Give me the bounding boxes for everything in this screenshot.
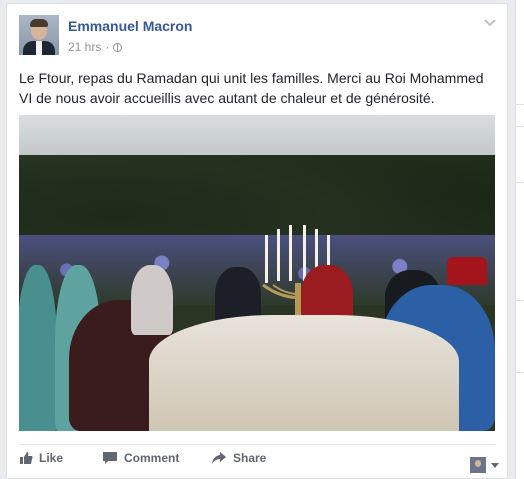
post-timestamp[interactable]: 21 hrs bbox=[68, 40, 101, 54]
share-button[interactable]: Share bbox=[211, 451, 266, 465]
post-text: Le Ftour, repas du Ramadan qui unit les … bbox=[19, 70, 484, 106]
post-actions: Like Comment Share bbox=[19, 444, 499, 477]
chevron-down-icon[interactable] bbox=[483, 18, 497, 28]
globe-icon[interactable] bbox=[113, 42, 123, 52]
post-photo[interactable] bbox=[19, 115, 495, 431]
like-label: Like bbox=[39, 451, 64, 465]
feed-post: Emmanuel Macron 21 hrs · Le Ftour, repas… bbox=[6, 3, 508, 479]
post-as-selector[interactable] bbox=[470, 457, 499, 473]
comment-button[interactable]: Comment bbox=[102, 451, 179, 465]
comment-label: Comment bbox=[124, 451, 180, 465]
meta-separator: · bbox=[105, 40, 110, 54]
share-arrow-icon bbox=[212, 452, 226, 464]
post-meta: 21 hrs · bbox=[68, 40, 123, 54]
comment-bubble-icon bbox=[103, 452, 117, 464]
like-button[interactable]: Like bbox=[19, 451, 63, 465]
caret-down-icon bbox=[491, 462, 499, 468]
right-panel-edge bbox=[515, 0, 524, 479]
user-avatar bbox=[470, 457, 486, 473]
author-name-link[interactable]: Emmanuel Macron bbox=[68, 18, 192, 34]
author-avatar[interactable] bbox=[19, 15, 59, 55]
thumbs-up-icon bbox=[20, 452, 33, 464]
share-label: Share bbox=[233, 451, 267, 465]
